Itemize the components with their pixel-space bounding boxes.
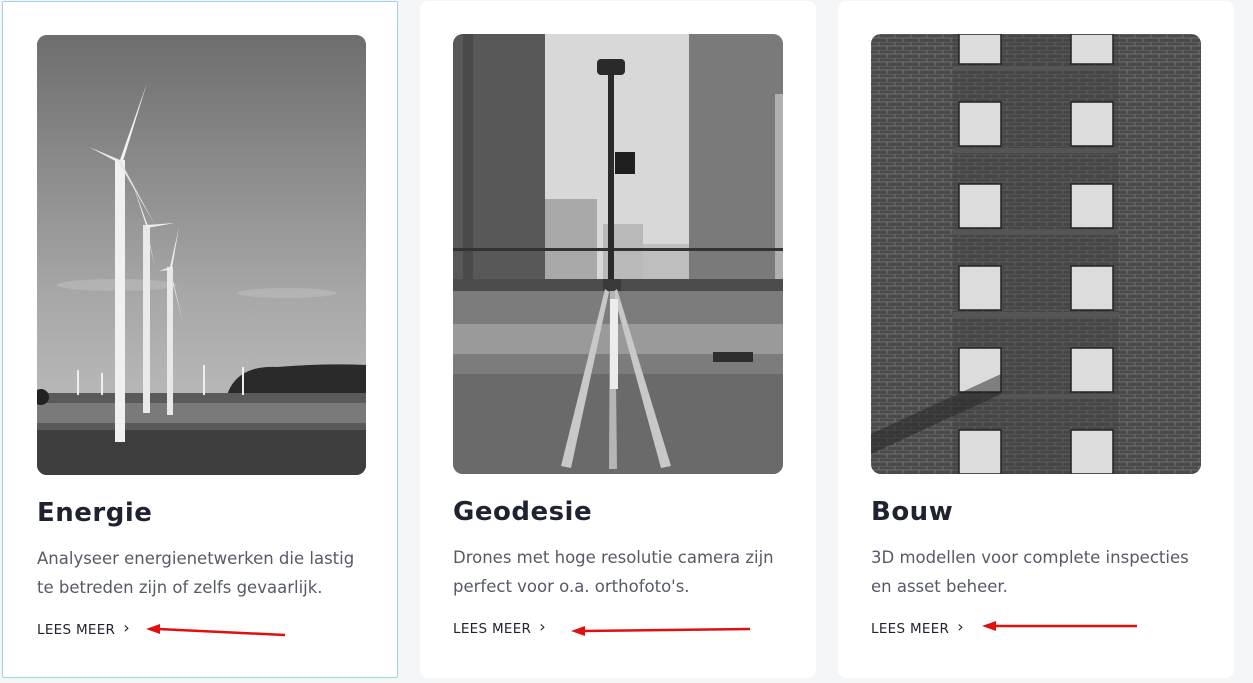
card-title: Bouw [871,497,954,527]
chevron-right-icon: › [957,617,964,636]
card-title: Energie [37,498,153,528]
lees-meer-label: LEES MEER [453,621,532,637]
wind-turbines-image [37,35,366,475]
lees-meer-label: LEES MEER [37,622,116,638]
card-bouw[interactable]: Bouw 3D modellen voor complete inspectie… [838,1,1234,678]
lees-meer-link[interactable]: LEES MEER › [453,617,546,638]
lees-meer-label: LEES MEER [871,621,950,637]
brick-building-image [871,34,1201,474]
chevron-right-icon: › [123,618,130,637]
card-energie[interactable]: Energie Analyseer energienetwerken die l… [2,1,398,678]
card-geodesie[interactable]: Geodesie Drones met hoge resolutie camer… [420,1,816,678]
card-description: Drones met hoge resolutie camera zijn pe… [453,548,774,596]
survey-tripod-image [453,34,783,474]
lees-meer-link[interactable]: LEES MEER › [37,618,130,639]
lees-meer-link[interactable]: LEES MEER › [871,617,964,638]
card-description: 3D modellen voor complete inspecties en … [871,548,1189,596]
card-description: Analyseer energienetwerken die lastig te… [37,549,355,597]
service-cards: Energie Analyseer energienetwerken die l… [0,0,1253,683]
card-title: Geodesie [453,497,593,527]
chevron-right-icon: › [539,617,546,636]
